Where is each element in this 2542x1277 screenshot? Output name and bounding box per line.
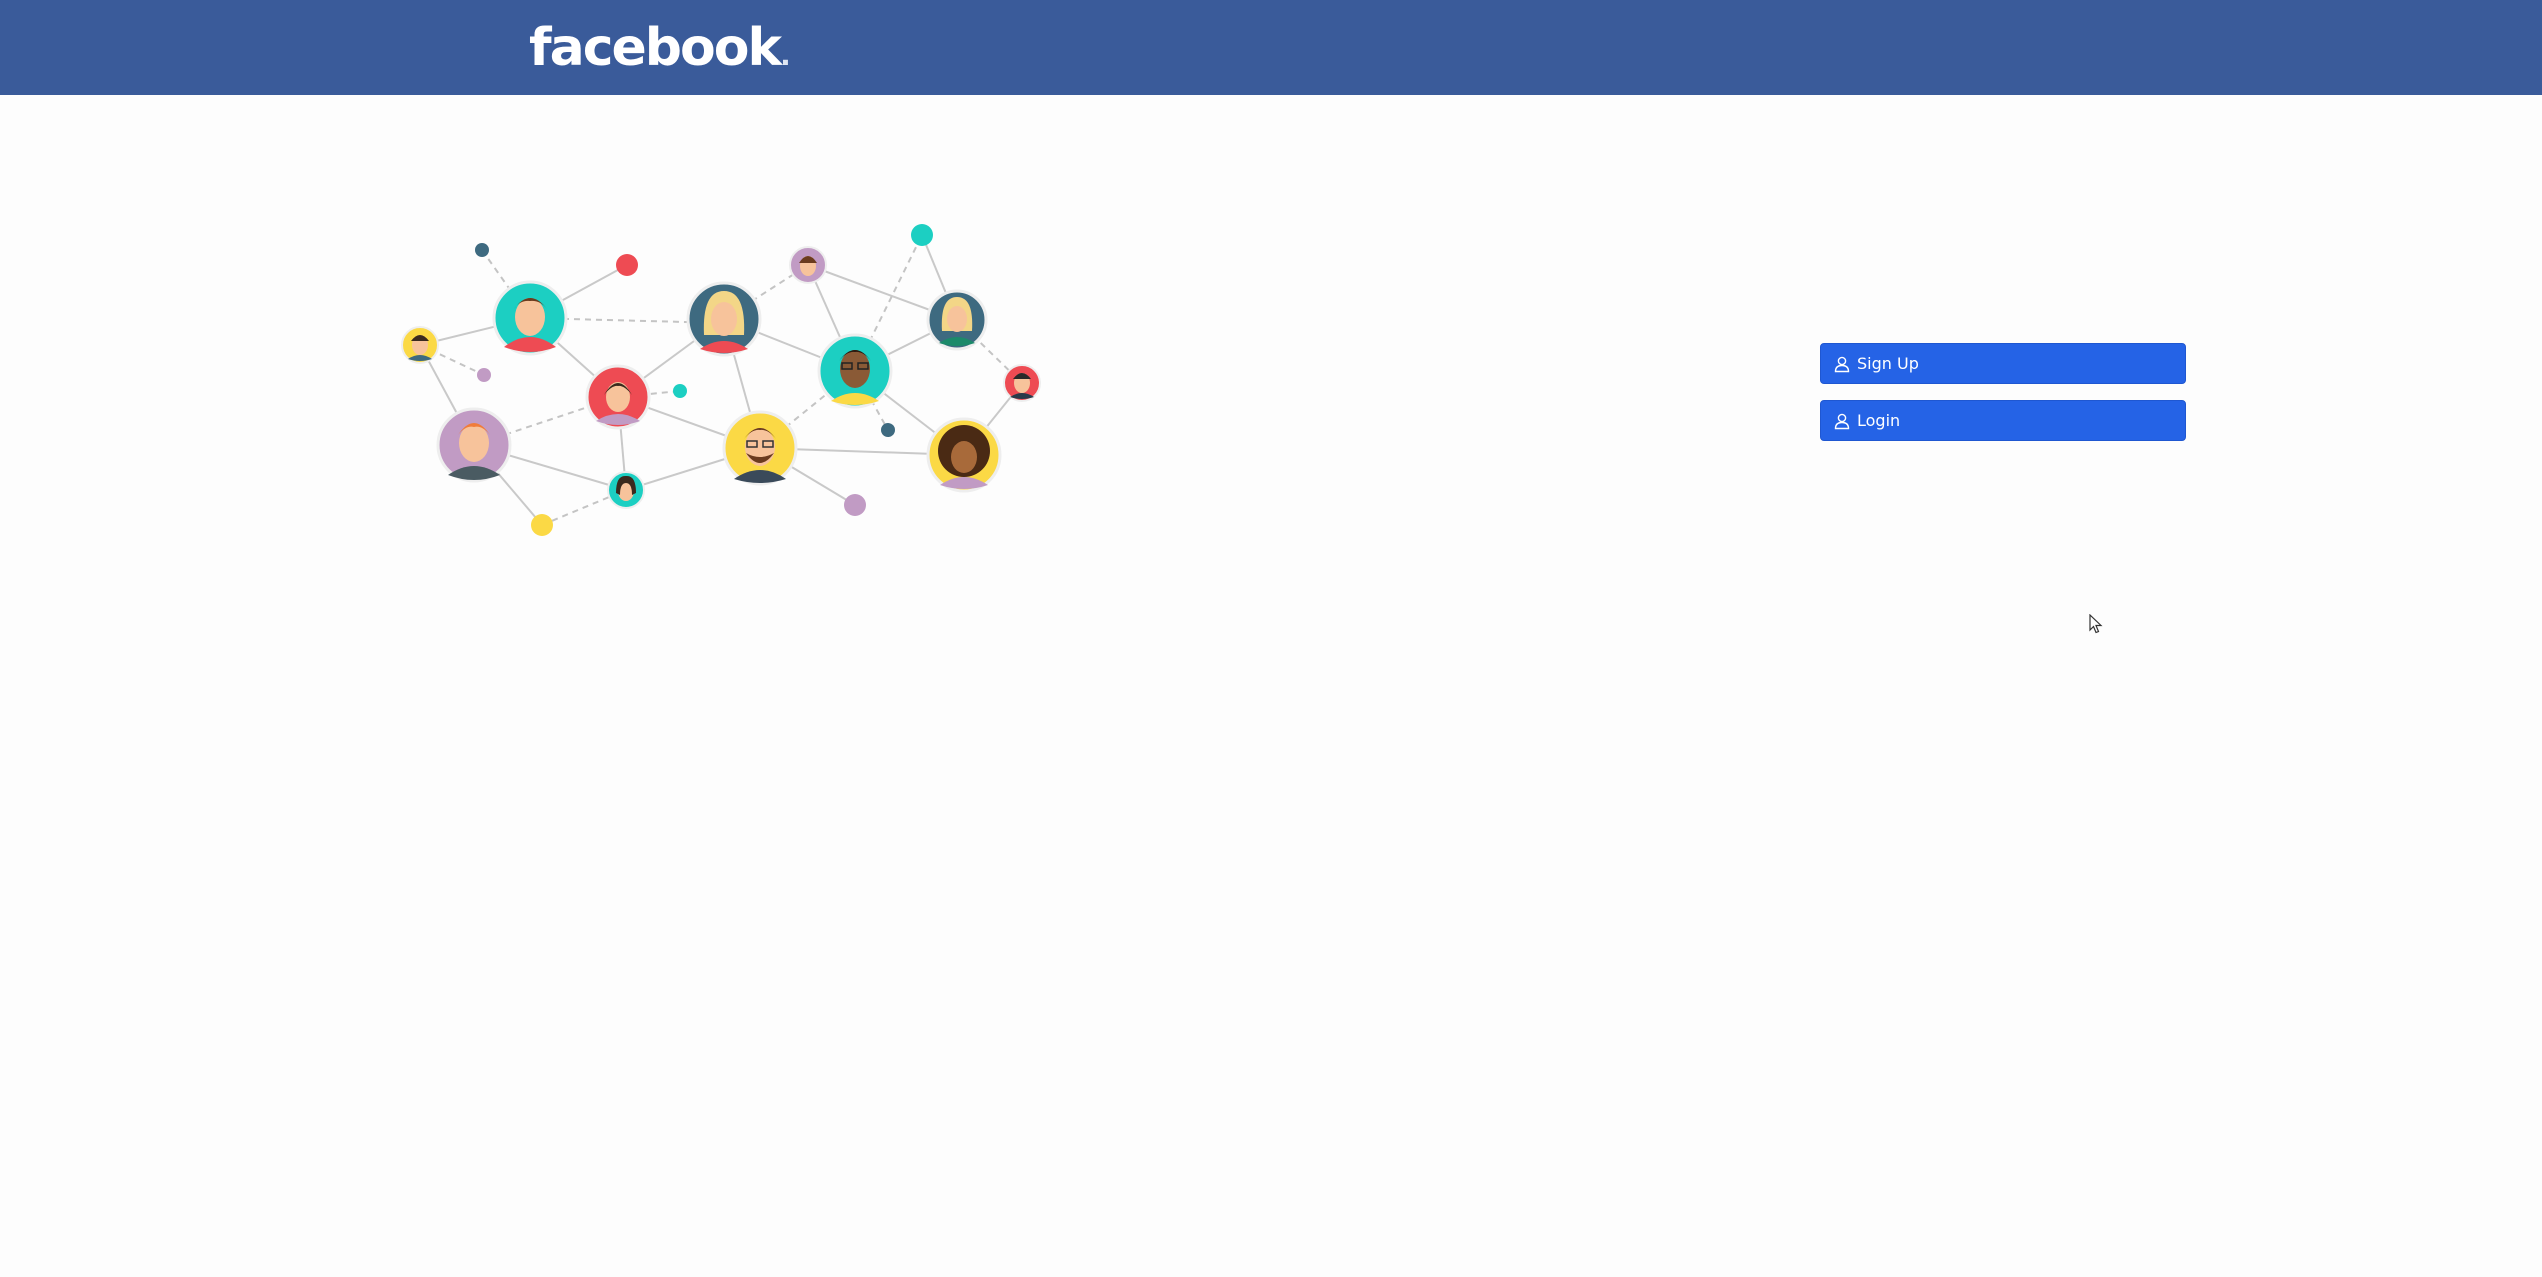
network-dot (616, 254, 638, 276)
network-dot (911, 224, 933, 246)
mouse-cursor-icon (2089, 614, 2103, 634)
avatar-red-woman (585, 364, 651, 430)
avatar-purple-man (436, 407, 512, 483)
login-button[interactable]: Login (1820, 400, 2186, 441)
network-lines (419, 234, 1023, 526)
network-dot (477, 368, 491, 382)
avatar-small-purple (789, 246, 827, 284)
logo-text: facebook (529, 18, 782, 78)
network-dot (531, 514, 553, 536)
user-icon (1834, 413, 1850, 429)
avatar-small-red (1003, 364, 1041, 402)
avatar-yellow-bearded-man (722, 410, 798, 486)
user-icon (1834, 356, 1850, 372)
avatar-blue-blonde-woman (926, 289, 988, 351)
network-dot (881, 423, 895, 437)
network-dot (673, 384, 687, 398)
top-navbar: facebook. (0, 0, 2542, 95)
facebook-logo[interactable]: facebook. (529, 14, 791, 90)
avatar-small-yellow (401, 326, 439, 364)
avatar-small-teal (607, 471, 645, 509)
network-dot (844, 494, 866, 516)
network-dot (475, 243, 489, 257)
sign-up-button[interactable]: Sign Up (1820, 343, 2186, 384)
avatar-teal-glasses-man (817, 333, 893, 409)
login-label: Login (1857, 411, 1901, 430)
network-dashed-lines (419, 234, 1023, 526)
avatar-yellow-afro-woman (926, 417, 1002, 493)
logo-dot: . (780, 39, 791, 72)
sign-up-label: Sign Up (1857, 354, 1919, 373)
people-network-illustration (401, 224, 1041, 536)
avatar-blonde-woman (686, 281, 762, 357)
avatar-teal-man (492, 280, 568, 356)
auth-panel: Sign Up Login (1820, 343, 2186, 457)
